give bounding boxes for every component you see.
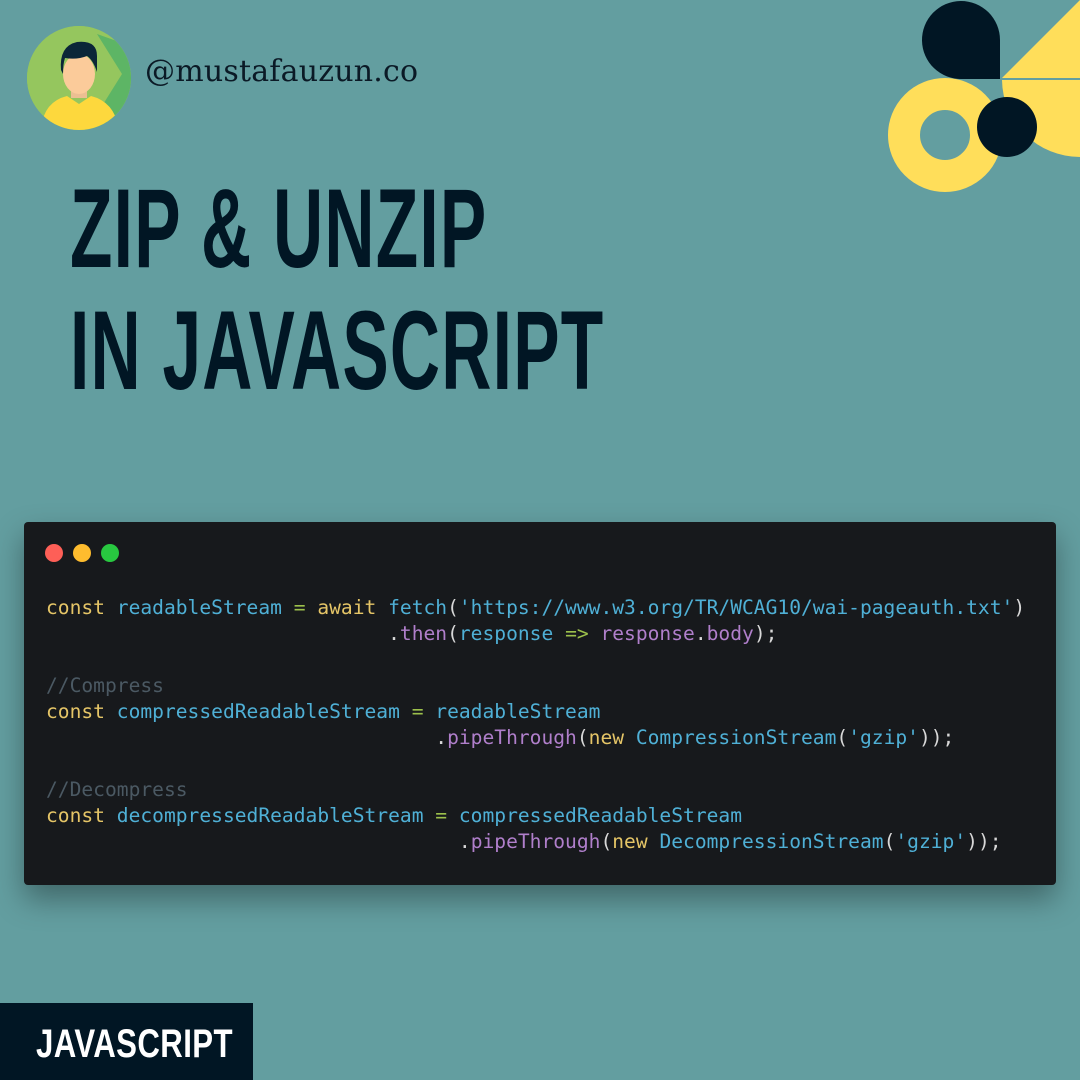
person-avatar-icon xyxy=(27,26,131,130)
code-token-punct: ) xyxy=(1013,596,1026,619)
code-token-punct xyxy=(553,622,565,645)
teardrop-shape xyxy=(922,1,1000,80)
code-token-punct: . xyxy=(694,622,707,645)
code-block: const readableStream = await fetch('http… xyxy=(46,595,1025,855)
code-token-identifier: readableStream xyxy=(435,700,601,723)
code-token-punct xyxy=(376,596,388,619)
code-token-punct xyxy=(589,622,601,645)
code-token-punct xyxy=(46,622,388,645)
avatar xyxy=(27,26,131,130)
minimize-dot-icon[interactable] xyxy=(73,544,91,562)
code-token-keyword: const xyxy=(46,804,105,827)
code-token-punct xyxy=(400,700,412,723)
code-token-identifier: compressedReadableStream xyxy=(458,804,743,827)
code-token-punct: . xyxy=(458,830,471,853)
code-token-keyword: new xyxy=(612,830,648,853)
code-token-operator: = xyxy=(293,596,306,619)
code-token-comment: //Compress xyxy=(46,674,164,697)
page-title: ZIP & UNZIP IN JAVASCRIPT xyxy=(70,168,604,412)
title-line-1: ZIP & UNZIP xyxy=(70,166,488,291)
title-line-2: IN JAVASCRIPT xyxy=(70,288,605,413)
code-token-identifier: DecompressionStream xyxy=(659,830,884,853)
code-token-method: pipeThrough xyxy=(470,830,601,853)
code-token-keyword: const xyxy=(46,700,105,723)
code-line: //Decompress xyxy=(46,777,1025,803)
topic-tag-label: JAVASCRIPT xyxy=(36,1022,233,1066)
code-token-punct: ( xyxy=(447,622,459,645)
code-token-punct xyxy=(46,830,459,853)
code-token-punct: ( xyxy=(836,726,849,749)
maximize-dot-icon[interactable] xyxy=(101,544,119,562)
code-token-punct: ( xyxy=(447,596,459,619)
code-token-punct: )); xyxy=(966,830,1002,853)
code-line: const readableStream = await fetch('http… xyxy=(46,595,1025,621)
decorative-shapes xyxy=(888,0,1080,192)
code-token-identifier: readableStream xyxy=(116,596,282,619)
code-token-punct xyxy=(447,804,459,827)
code-token-punct: )); xyxy=(918,726,955,749)
code-token-punct xyxy=(424,804,436,827)
code-token-punct: . xyxy=(388,622,400,645)
code-token-punct xyxy=(306,596,318,619)
code-token-identifier: response xyxy=(458,622,554,645)
code-token-operator: = xyxy=(435,804,448,827)
code-token-method: then xyxy=(399,622,448,645)
code-token-identifier: decompressedReadableStream xyxy=(116,804,424,827)
code-token-method: body xyxy=(706,622,754,645)
code-token-identifier: fetch xyxy=(388,596,448,619)
code-window: const readableStream = await fetch('http… xyxy=(24,522,1056,885)
code-line: const compressedReadableStream = readabl… xyxy=(46,699,1025,725)
code-line: .pipeThrough(new DecompressionStream('gz… xyxy=(46,829,1025,855)
code-token-punct xyxy=(624,726,636,749)
code-token-punct: ); xyxy=(753,622,778,645)
code-token-method: pipeThrough xyxy=(447,726,577,749)
code-token-punct xyxy=(105,804,117,827)
code-token-string: 'https://www.w3.org/TR/WCAG10/wai-pageau… xyxy=(458,596,1014,619)
code-token-identifier: compressedReadableStream xyxy=(116,700,400,723)
code-token-string: 'gzip' xyxy=(848,726,919,749)
window-controls xyxy=(45,544,119,562)
code-token-comment: //Decompress xyxy=(46,778,188,801)
topic-tag[interactable]: JAVASCRIPT xyxy=(0,1003,253,1080)
code-token-punct xyxy=(282,596,294,619)
code-token-punct: . xyxy=(435,726,448,749)
code-token-identifier: CompressionStream xyxy=(635,726,837,749)
code-token-punct xyxy=(105,596,117,619)
close-dot-icon[interactable] xyxy=(45,544,63,562)
code-token-punct: ( xyxy=(600,830,613,853)
code-token-string: 'gzip' xyxy=(895,830,967,853)
code-line: const decompressedReadableStream = compr… xyxy=(46,803,1025,829)
dark-circle-shape xyxy=(977,97,1037,157)
code-token-keyword: new xyxy=(588,726,625,749)
code-token-punct: ( xyxy=(883,830,896,853)
code-token-operator: => xyxy=(565,622,589,645)
author-handle[interactable]: @mustafauzun.co xyxy=(145,54,418,89)
code-line: //Compress xyxy=(46,673,1025,699)
code-line: .then(response => response.body); xyxy=(46,621,1025,647)
triangle-shape xyxy=(1002,0,1080,78)
code-token-operator: = xyxy=(411,700,424,723)
code-token-punct xyxy=(648,830,660,853)
code-token-method: response xyxy=(600,622,695,645)
code-token-punct: ( xyxy=(576,726,589,749)
code-token-keyword: await xyxy=(317,596,377,619)
code-token-punct xyxy=(424,700,436,723)
code-token-punct xyxy=(46,726,435,749)
ring-shape xyxy=(888,78,1002,192)
code-line: .pipeThrough(new CompressionStream('gzip… xyxy=(46,725,1025,751)
code-token-keyword: const xyxy=(46,596,105,619)
code-token-punct xyxy=(105,700,117,723)
